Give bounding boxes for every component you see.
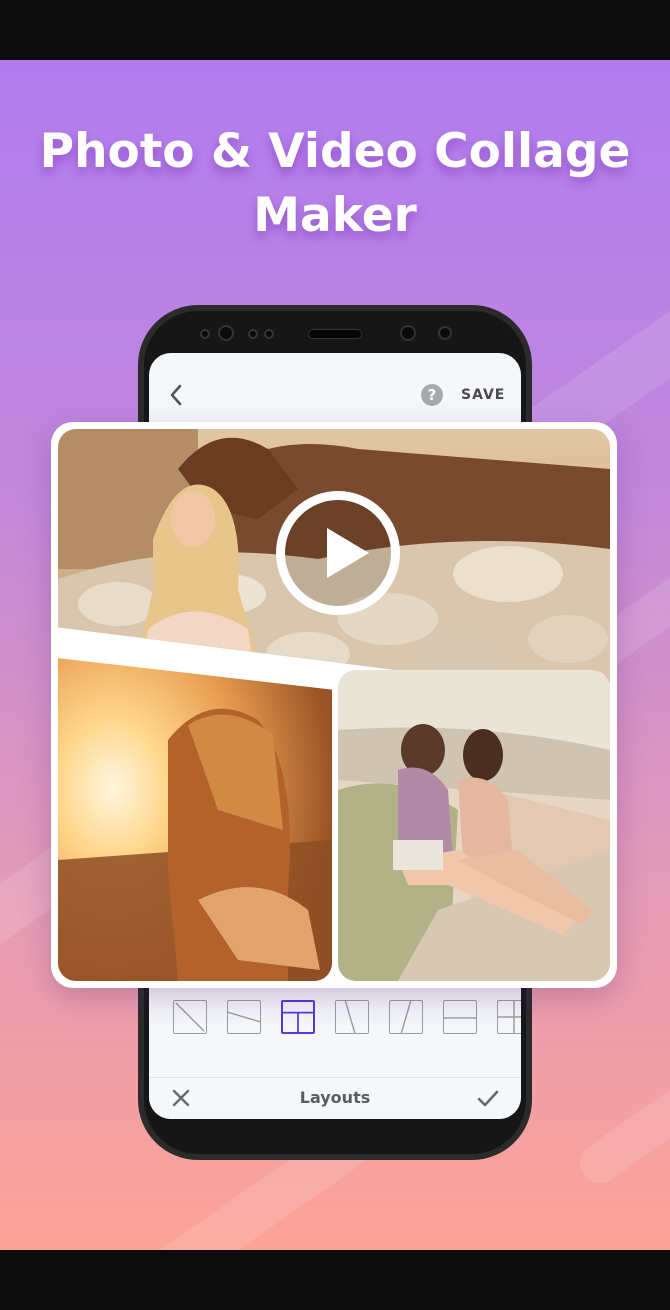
- bottom-toolbar: Layouts: [149, 1077, 521, 1119]
- front-camera: [218, 325, 234, 341]
- headline-line-2: Maker: [253, 188, 417, 243]
- front-sensor: [264, 329, 274, 339]
- front-sensor: [248, 329, 258, 339]
- layouts-title: Layouts: [299, 1088, 371, 1107]
- layout-slanted-vertical-split-icon[interactable]: [335, 1000, 369, 1034]
- bottom-black-bar: [0, 1250, 670, 1310]
- help-icon[interactable]: ?: [421, 384, 443, 406]
- layout-horizontal-split-icon[interactable]: [443, 1000, 477, 1034]
- layout-diagonal-vertical-split-icon[interactable]: [389, 1000, 423, 1034]
- promo-headline: Photo & Video Collage Maker: [0, 120, 670, 248]
- photo-sunset-holding-hands[interactable]: [58, 658, 332, 981]
- front-sensor: [438, 326, 452, 340]
- layout-slanted-horizontal-split-icon[interactable]: [227, 1000, 261, 1034]
- save-button[interactable]: SAVE: [461, 387, 505, 403]
- layout-three-panel-icon[interactable]: [281, 1000, 315, 1034]
- play-icon[interactable]: [276, 491, 400, 615]
- earpiece-speaker: [308, 329, 362, 339]
- headline-line-1: Photo & Video Collage: [39, 124, 631, 179]
- collage-preview: [51, 422, 617, 988]
- back-arrow-icon[interactable]: [167, 383, 185, 407]
- video-photo-girl-horse[interactable]: [58, 429, 610, 697]
- front-camera: [400, 325, 416, 341]
- play-triangle: [327, 528, 369, 578]
- checkmark-icon[interactable]: [475, 1086, 501, 1110]
- top-black-bar: [0, 0, 670, 60]
- decorative-streak: [572, 1009, 670, 1191]
- front-sensor: [200, 329, 210, 339]
- promo-background: Photo & Video Collage Maker ? SAVE Layou…: [0, 60, 670, 1250]
- photo-two-friends-sitting[interactable]: [338, 670, 610, 981]
- layout-diagonal-split-icon[interactable]: [173, 1000, 207, 1034]
- layout-grid-icon[interactable]: [497, 1000, 521, 1034]
